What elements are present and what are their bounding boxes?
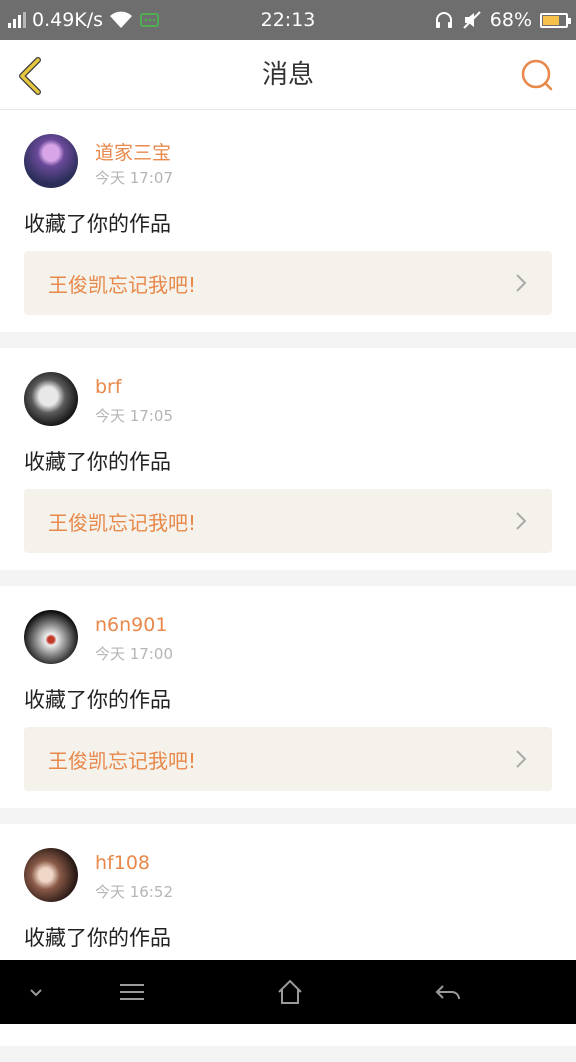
- chevron-right-icon: [516, 750, 527, 768]
- work-title: 王俊凯忘记我吧!: [48, 510, 197, 535]
- work-link[interactable]: 王俊凯忘记我吧!: [24, 489, 552, 553]
- battery-icon: [540, 12, 571, 28]
- work-link[interactable]: 王俊凯忘记我吧!: [24, 251, 552, 315]
- message-card: 道家三宝 今天 17:07 收藏了你的作品 王俊凯忘记我吧!: [0, 110, 576, 332]
- avatar[interactable]: [24, 848, 78, 902]
- work-link[interactable]: 王俊凯忘记我吧!: [24, 727, 552, 791]
- chat-notification-icon: [140, 13, 160, 27]
- work-title: 王俊凯忘记我吧!: [48, 272, 197, 297]
- avatar[interactable]: [24, 134, 78, 188]
- status-right: 68%: [434, 9, 571, 31]
- menu-icon[interactable]: [118, 978, 146, 1006]
- status-bar: 0.49K/s 22:13 68%: [0, 0, 576, 40]
- work-title: 王俊凯忘记我吧!: [48, 748, 197, 773]
- chevron-right-icon: [516, 274, 527, 292]
- message-action: 收藏了你的作品: [24, 926, 171, 950]
- message-time: 今天 17:00: [95, 645, 173, 663]
- system-navigation-bar: [0, 960, 576, 1024]
- message-card: brf 今天 17:05 收藏了你的作品 王俊凯忘记我吧!: [0, 348, 576, 570]
- network-speed: 0.49K/s: [32, 9, 104, 31]
- status-left: 0.49K/s: [8, 9, 161, 31]
- home-icon[interactable]: [276, 978, 304, 1006]
- avatar[interactable]: [24, 372, 78, 426]
- search-icon[interactable]: [520, 58, 554, 92]
- mute-icon: [463, 11, 481, 29]
- message-list: 道家三宝 今天 17:07 收藏了你的作品 王俊凯忘记我吧! brf 今天 17…: [0, 110, 576, 1062]
- username[interactable]: hf108: [95, 852, 150, 874]
- collapse-icon[interactable]: [22, 978, 50, 1006]
- headphone-icon: [435, 12, 452, 28]
- wifi-icon: [110, 11, 133, 28]
- message-action: 收藏了你的作品: [24, 212, 171, 236]
- signal-icon: [8, 12, 26, 28]
- message-time: 今天 16:52: [95, 883, 173, 901]
- message-time: 今天 17:05: [95, 407, 173, 425]
- avatar[interactable]: [24, 610, 78, 664]
- message-card: n6n901 今天 17:00 收藏了你的作品 王俊凯忘记我吧!: [0, 586, 576, 808]
- message-action: 收藏了你的作品: [24, 688, 171, 712]
- return-icon[interactable]: [434, 978, 462, 1006]
- battery-percentage: 68%: [489, 9, 532, 31]
- message-time: 今天 17:07: [95, 169, 173, 187]
- page-title: 消息: [261, 60, 314, 90]
- header: 消息: [0, 40, 576, 110]
- username[interactable]: n6n901: [95, 614, 167, 636]
- username[interactable]: 道家三宝: [95, 138, 171, 165]
- username[interactable]: brf: [95, 376, 122, 398]
- chevron-right-icon: [516, 512, 527, 530]
- message-action: 收藏了你的作品: [24, 450, 171, 474]
